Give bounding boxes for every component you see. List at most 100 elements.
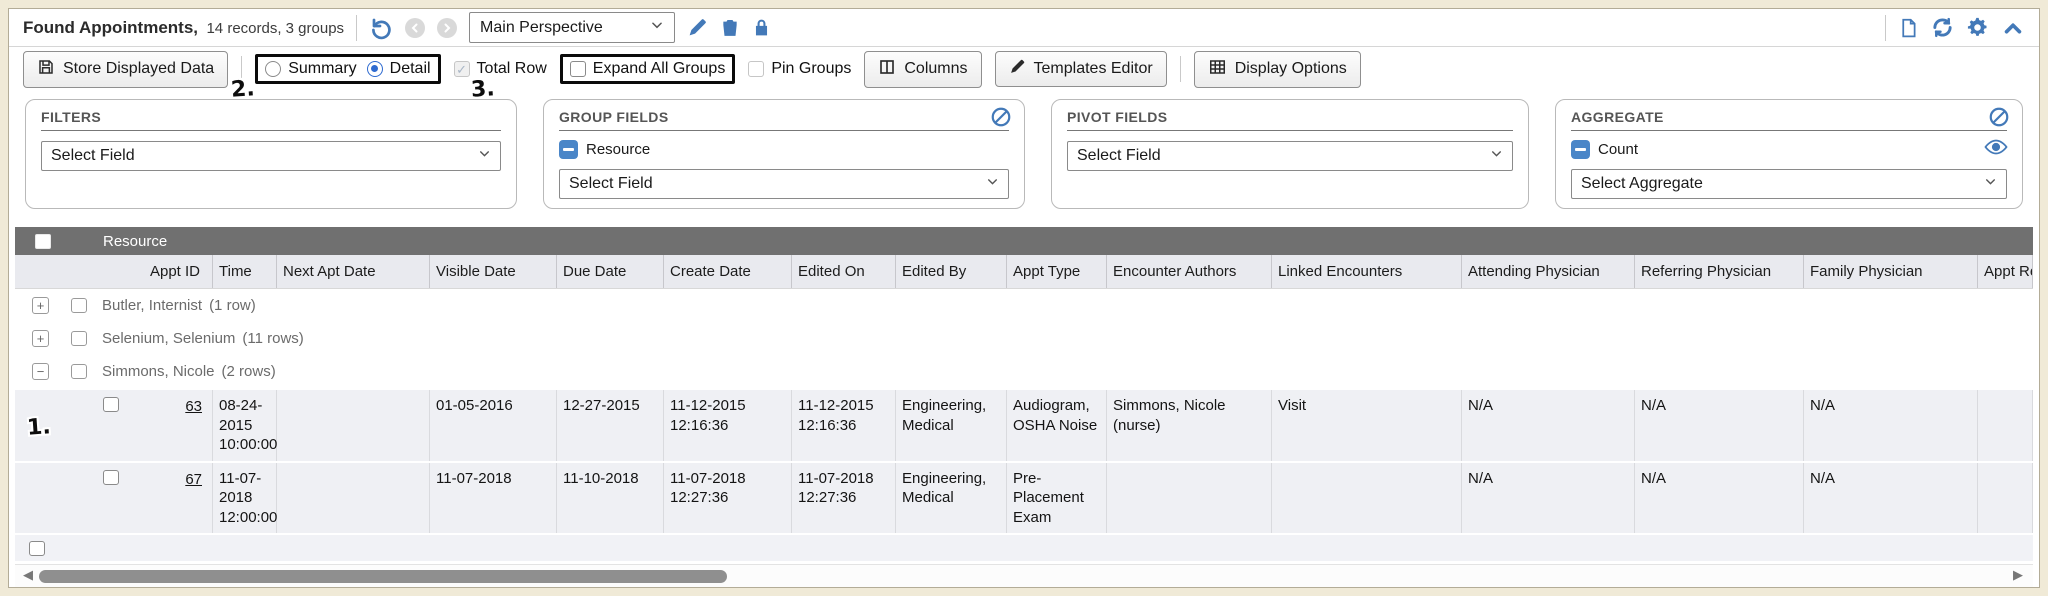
cell-edited-on: 11-07-2018 12:27:36	[792, 463, 896, 534]
history-forward-icon[interactable]	[437, 18, 457, 38]
column-header-appt-id[interactable]: Appt ID	[15, 255, 213, 288]
cell-appt-reason	[1978, 463, 2033, 534]
footer-checkbox[interactable]	[29, 541, 45, 556]
collapse-panel-icon[interactable]	[2001, 17, 2025, 39]
summary-radio-option[interactable]: Summary	[265, 60, 356, 78]
refresh-icon[interactable]	[1931, 16, 1954, 39]
group-field-resource: Resource	[559, 140, 1009, 159]
cell-linked-encounters	[1272, 463, 1462, 534]
group-checkbox[interactable]	[71, 298, 87, 313]
column-header-edited-by[interactable]: Edited By	[896, 255, 1007, 288]
table-row: 67 11-07-2018 12:00:00 11-07-2018 11-10-…	[15, 463, 2033, 534]
appointments-grid: Resource Appt ID Time Next Apt Date Visi…	[15, 227, 2033, 587]
cell-edited-on: 11-12-2015 12:16:36	[792, 390, 896, 461]
delete-perspective-icon[interactable]	[720, 17, 740, 38]
chevron-down-icon	[478, 147, 491, 165]
pin-groups-option[interactable]: Pin Groups	[748, 60, 851, 78]
scroll-left-icon[interactable]: ◀	[23, 567, 33, 583]
expand-group-icon[interactable]: +	[32, 330, 49, 347]
edit-perspective-icon[interactable]	[687, 17, 708, 38]
expand-all-groups-checkbox[interactable]	[570, 61, 586, 77]
detail-radio-option[interactable]: Detail	[367, 60, 431, 78]
display-options-button[interactable]: Display Options	[1194, 51, 1361, 88]
column-header-edited-on[interactable]: Edited On	[792, 255, 896, 288]
undo-icon[interactable]	[369, 16, 393, 40]
column-header-attending-physician[interactable]: Attending Physician	[1462, 255, 1635, 288]
eye-icon[interactable]	[1984, 138, 2008, 156]
appt-id-link[interactable]: 67	[119, 470, 202, 490]
column-header-referring-physician[interactable]: Referring Physician	[1635, 255, 1804, 288]
collapse-group-icon[interactable]: −	[32, 363, 49, 380]
column-header-due-date[interactable]: Due Date	[557, 255, 664, 288]
group-checkbox[interactable]	[71, 364, 87, 379]
columns-button[interactable]: Columns	[864, 51, 981, 88]
group-checkbox[interactable]	[71, 331, 87, 346]
history-back-icon[interactable]	[405, 18, 425, 38]
lock-icon[interactable]	[752, 17, 771, 38]
expand-group-icon[interactable]: +	[32, 297, 49, 314]
group-field-label: Resource	[586, 141, 650, 158]
group-row-butler: + Butler, Internist (1 row)	[15, 289, 2033, 322]
summary-radio[interactable]	[265, 61, 281, 77]
record-summary: 14 records, 3 groups	[206, 20, 344, 37]
column-header-linked-encounters[interactable]: Linked Encounters	[1272, 255, 1462, 288]
clear-aggregate-icon[interactable]	[1988, 106, 2010, 128]
column-header-next-apt-date[interactable]: Next Apt Date	[277, 255, 430, 288]
cell-due-date: 12-27-2015	[557, 390, 664, 461]
group-row-selenium: + Selenium, Selenium (11 rows)	[15, 322, 2033, 355]
filters-field-select[interactable]: Select Field	[41, 141, 501, 171]
new-document-icon[interactable]	[1898, 17, 1919, 39]
total-row-checkbox-option[interactable]: ✓ Total Row	[454, 60, 547, 78]
scroll-right-icon[interactable]: ▶	[2013, 567, 2023, 583]
column-header-appt-reason[interactable]: Appt Re	[1978, 255, 2033, 288]
total-row-checkbox[interactable]: ✓	[454, 61, 470, 77]
window-title: Found Appointments,	[23, 18, 198, 37]
scrollbar-thumb[interactable]	[39, 570, 727, 583]
templates-editor-button[interactable]: Templates Editor	[995, 51, 1167, 87]
perspective-select[interactable]: Main Perspective	[469, 12, 675, 43]
found-appointments-window: Found Appointments, 14 records, 3 groups…	[8, 8, 2040, 588]
expand-all-groups-box: Expand All Groups	[560, 54, 736, 84]
footer-row	[15, 535, 2033, 561]
pencil-icon	[1009, 58, 1026, 80]
select-all-checkbox[interactable]	[35, 234, 51, 249]
clear-group-fields-icon[interactable]	[990, 106, 1012, 128]
cell-attending-physician: N/A	[1462, 463, 1635, 534]
pivot-fields-field-select[interactable]: Select Field	[1067, 141, 1513, 171]
store-displayed-data-button[interactable]: Store Displayed Data	[23, 51, 228, 88]
column-header-time[interactable]: Time	[213, 255, 277, 288]
cell-create-date: 11-12-2015 12:16:36	[664, 390, 792, 461]
remove-resource-group-icon[interactable]	[559, 140, 578, 159]
pivot-fields-panel: PIVOT FIELDS Select Field	[1051, 99, 1529, 209]
page-title: Found Appointments, 14 records, 3 groups	[23, 18, 344, 38]
group-fields-field-select[interactable]: Select Field	[559, 169, 1009, 199]
group-fields-panel: GROUP FIELDS Resource Select Field	[543, 99, 1025, 209]
column-header-create-date[interactable]: Create Date	[664, 255, 792, 288]
detail-radio[interactable]	[367, 61, 383, 77]
aggregate-item-label: Count	[1598, 141, 1638, 158]
remove-count-aggregate-icon[interactable]	[1571, 140, 1590, 159]
group-header-bar: Resource	[15, 227, 2033, 255]
gear-icon[interactable]	[1966, 16, 1989, 39]
cell-family-physician: N/A	[1804, 463, 1978, 534]
column-header-encounter-authors[interactable]: Encounter Authors	[1107, 255, 1272, 288]
toolbar: Store Displayed Data Summary Detail ✓ To…	[9, 47, 2039, 91]
column-header-family-physician[interactable]: Family Physician	[1804, 255, 1978, 288]
cell-linked-encounters: Visit	[1272, 390, 1462, 461]
table-grid-icon	[1208, 58, 1227, 81]
column-header-visible-date[interactable]: Visible Date	[430, 255, 557, 288]
cell-encounter-authors	[1107, 463, 1272, 534]
appt-id-link[interactable]: 63	[119, 397, 202, 417]
group-fields-title: GROUP FIELDS	[559, 109, 1009, 131]
pin-groups-checkbox[interactable]	[748, 61, 764, 77]
cell-referring-physician: N/A	[1635, 463, 1804, 534]
perspective-select-value: Main Perspective	[480, 19, 603, 37]
expand-all-groups-option[interactable]: Expand All Groups	[570, 60, 726, 78]
row-checkbox[interactable]	[103, 470, 119, 485]
cell-encounter-authors: Simmons, Nicole (nurse)	[1107, 390, 1272, 461]
column-header-appt-type[interactable]: Appt Type	[1007, 255, 1107, 288]
aggregate-title: AGGREGATE	[1571, 109, 2007, 131]
row-checkbox[interactable]	[103, 397, 119, 412]
columns-icon	[878, 58, 896, 81]
aggregate-select[interactable]: Select Aggregate	[1571, 169, 2007, 199]
